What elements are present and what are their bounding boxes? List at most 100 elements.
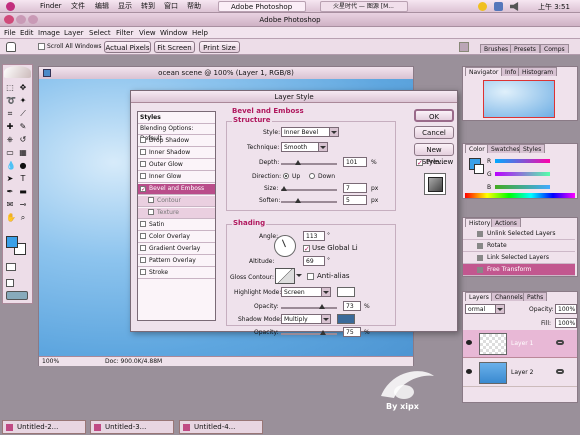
effect-bevel-and-emboss[interactable]: ✓ Bevel and Emboss <box>138 184 215 195</box>
cancel-button[interactable]: Cancel <box>414 126 454 139</box>
shadow-mode-dropdown[interactable]: Multiply <box>281 314 331 324</box>
menu-image[interactable]: Image <box>38 26 60 40</box>
gradient-tool-icon[interactable]: ▦ <box>18 147 28 157</box>
screen-mode-icon[interactable] <box>6 279 14 287</box>
tab-history[interactable]: History <box>465 218 495 227</box>
os-menu-window[interactable]: 窗口 <box>164 0 178 13</box>
marquee-tool-icon[interactable]: ⬚ <box>5 82 15 92</box>
quickmask-icon[interactable] <box>6 263 16 271</box>
shadow-color-swatch[interactable] <box>337 314 355 324</box>
effect-checkbox[interactable] <box>140 245 146 251</box>
hand-tool-icon[interactable]: ✋ <box>5 212 16 222</box>
depth-slider-thumb[interactable] <box>294 160 301 165</box>
effect-checkbox[interactable] <box>140 149 146 155</box>
effect-checkbox[interactable]: ✓ <box>140 186 146 193</box>
effect-contour[interactable]: Contour <box>138 196 215 207</box>
crop-tool-icon[interactable]: ⌗ <box>5 108 15 118</box>
direction-down-radio[interactable] <box>309 173 315 179</box>
os-menu-help[interactable]: 帮助 <box>187 0 201 13</box>
eye-icon[interactable] <box>466 340 472 345</box>
os-menu-edit[interactable]: 编辑 <box>95 0 109 13</box>
eyedropper-tool-icon[interactable]: ⊸ <box>18 199 28 209</box>
effect-checkbox[interactable] <box>140 233 146 239</box>
angle-input[interactable]: 113 <box>303 231 325 241</box>
healing-brush-tool-icon[interactable]: ✚ <box>5 121 15 131</box>
highlight-opacity-input[interactable]: 73 <box>343 301 361 311</box>
effect-color-overlay[interactable]: Color Overlay <box>138 232 215 243</box>
magic-wand-tool-icon[interactable]: ✦ <box>18 95 28 105</box>
navigator-thumbnail[interactable] <box>483 80 555 118</box>
os-menu-finder[interactable]: Finder <box>40 0 62 13</box>
effect-checkbox[interactable] <box>148 209 154 215</box>
close-window-icon[interactable] <box>4 15 14 24</box>
soften-slider-thumb[interactable] <box>294 198 301 203</box>
effect-pattern-overlay[interactable]: Pattern Overlay <box>138 256 215 267</box>
type-tool-icon[interactable]: T <box>18 173 28 183</box>
effect-checkbox[interactable] <box>140 269 146 275</box>
blending-options[interactable]: Blending Options: Default <box>138 124 215 142</box>
document-titlebar[interactable]: ocean scene @ 100% (Layer 1, RGB/8) <box>39 67 413 79</box>
feather-logo-icon[interactable] <box>4 66 31 78</box>
effect-inner-glow[interactable]: Inner Glow <box>138 172 215 183</box>
gloss-contour-preview[interactable] <box>275 268 295 284</box>
menu-file[interactable]: File <box>4 26 16 40</box>
clock[interactable]: 上午 3:51 <box>538 2 570 12</box>
menu-edit[interactable]: Edit <box>20 26 34 40</box>
color-ramp[interactable] <box>465 193 575 198</box>
network-icon[interactable] <box>494 2 503 11</box>
os-other-tab[interactable]: 火星时代 — 图源 [M... <box>320 1 408 12</box>
shape-tool-icon[interactable]: ▬ <box>18 186 28 196</box>
radiation-icon[interactable] <box>478 2 487 11</box>
history-brush-tool-icon[interactable]: ↺ <box>18 134 28 144</box>
menu-filter[interactable]: Filter <box>116 26 133 40</box>
fit-screen-button[interactable]: Fit Screen <box>154 41 195 53</box>
minimized-doc[interactable]: Untitled-4... <box>179 420 263 434</box>
shadow-opacity-input[interactable]: 75 <box>343 327 361 337</box>
effect-stroke[interactable]: Stroke <box>138 268 215 279</box>
jump-to-imageready-icon[interactable] <box>6 291 28 300</box>
preview-checkbox[interactable]: ✓ <box>416 159 423 167</box>
menu-help[interactable]: Help <box>192 26 208 40</box>
eye-icon[interactable] <box>466 369 472 374</box>
highlight-color-swatch[interactable] <box>337 287 355 297</box>
new-style-button[interactable]: New Style... <box>414 143 454 166</box>
layer-opacity-input[interactable]: 100% <box>555 304 577 314</box>
effect-drop-shadow[interactable]: Drop Shadow <box>138 136 215 147</box>
menu-select[interactable]: Select <box>89 26 111 40</box>
soften-input[interactable]: 5 <box>343 195 367 205</box>
effect-checkbox[interactable] <box>140 221 146 227</box>
print-size-button[interactable]: Print Size <box>199 41 240 53</box>
blend-mode-dropdown[interactable]: ormal <box>465 304 505 314</box>
effect-checkbox[interactable] <box>140 173 146 179</box>
color-bg-swatch[interactable] <box>474 164 484 174</box>
channel-r-slider[interactable] <box>495 159 550 163</box>
effect-texture[interactable]: Texture <box>138 208 215 219</box>
depth-slider[interactable] <box>281 160 337 165</box>
pen-tool-icon[interactable]: ✒ <box>5 186 15 196</box>
move-tool-icon[interactable]: ✥ <box>18 82 28 92</box>
foreground-color-swatch[interactable] <box>6 236 18 248</box>
tab-brushes[interactable]: Brushes <box>480 44 513 53</box>
gloss-contour-dropdown-icon[interactable] <box>296 274 302 277</box>
os-menu-view[interactable]: 显示 <box>118 0 132 13</box>
anti-aliased-checkbox[interactable] <box>307 273 314 280</box>
eraser-tool-icon[interactable]: ▭ <box>5 147 15 157</box>
global-light-checkbox[interactable]: ✓ <box>303 245 310 253</box>
altitude-input[interactable]: 69 <box>303 256 325 266</box>
minimize-window-icon[interactable] <box>16 15 26 24</box>
minimized-doc[interactable]: Untitled-2... <box>2 420 86 434</box>
apple-icon[interactable] <box>6 2 15 11</box>
blur-tool-icon[interactable]: 💧 <box>5 160 16 170</box>
history-item[interactable]: Rotate <box>463 240 575 252</box>
tab-channels[interactable]: Channels <box>491 292 527 301</box>
direction-up-radio[interactable] <box>283 173 289 179</box>
effect-outer-glow[interactable]: Outer Glow <box>138 160 215 171</box>
dodge-tool-icon[interactable]: ● <box>18 160 28 170</box>
tab-histogram[interactable]: Histogram <box>518 67 558 76</box>
style-dropdown[interactable]: Inner Bevel <box>281 127 339 137</box>
soften-slider[interactable] <box>281 198 337 203</box>
history-item[interactable]: Free Transform <box>463 264 575 276</box>
shadow-opacity-thumb[interactable] <box>320 330 326 335</box>
os-menu-go[interactable]: 转到 <box>141 0 155 13</box>
hand-tool-icon[interactable] <box>6 42 16 52</box>
